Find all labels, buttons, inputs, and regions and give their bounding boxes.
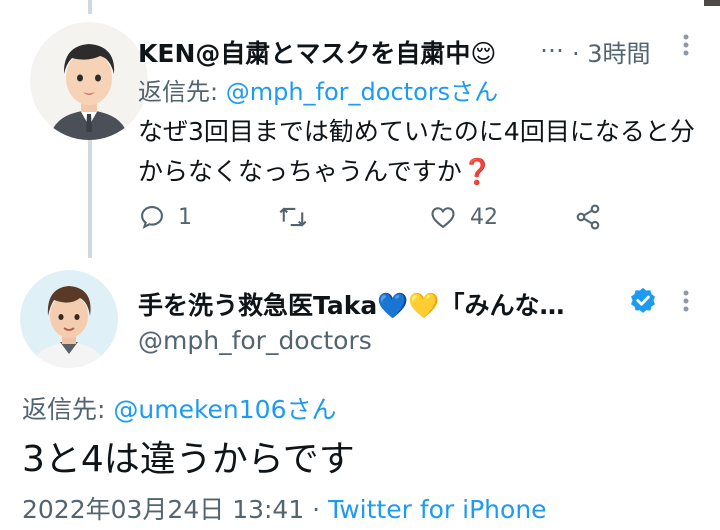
window-edge (704, 0, 720, 6)
tweet2-meta: 2022年03月24日 13:41 · Twitter for iPhone (22, 490, 547, 526)
heart-icon (431, 207, 455, 229)
verified-icon (631, 287, 655, 313)
like-button[interactable]: 42 (428, 200, 498, 234)
tweet1-name-ellipsis: … (540, 30, 564, 58)
tweet1-text: なぜ3回目までは勧めていたのに4回目になると分からなくなっちゃうんですか❓ (138, 112, 713, 192)
reply-to-link[interactable]: @umeken106さん (113, 395, 336, 424)
reply-count: 1 (178, 204, 192, 230)
reply-button[interactable]: 1 (138, 200, 192, 234)
reply-label: 返信先: (22, 395, 114, 424)
avatar-ken[interactable] (30, 22, 148, 140)
retweet-icon (279, 207, 307, 227)
avatar-taka-illustration (20, 270, 118, 368)
tweet1-more-icon[interactable] (676, 28, 696, 68)
tweet1-text-content: なぜ3回目までは勧めていたのに4回目になると分からなくなっちゃうんですか (138, 117, 695, 186)
thread-connector (88, 140, 92, 258)
vertical-dots-icon (683, 290, 689, 312)
verified-badge-icon (628, 286, 658, 320)
like-count: 42 (470, 204, 498, 230)
tweet2-more-icon[interactable] (676, 284, 696, 324)
avatar-ken-illustration (30, 22, 148, 140)
tweet2-text: 3と4は違うからです (22, 439, 355, 480)
tweet2-client[interactable]: Twitter for iPhone (328, 495, 546, 524)
tweet2-handle[interactable]: @mph_for_doctors (138, 326, 372, 355)
retweet-button[interactable] (278, 200, 320, 234)
vertical-dots-icon (683, 34, 689, 56)
tweet2-timestamp[interactable]: 2022年03月24日 13:41 · (22, 495, 328, 524)
tweet1-time[interactable]: · 3時間 (572, 34, 651, 69)
tweet2-display-name[interactable]: 手を洗う救急医Taka💙💛「みんな… (138, 286, 564, 322)
reply-icon (141, 206, 163, 230)
reply-label: 返信先: (138, 78, 226, 106)
tweet2-reply-context: 返信先: @umeken106さん (22, 390, 336, 426)
reply-to-link[interactable]: @mph_for_doctorsさん (226, 78, 498, 106)
tweet1-reply-context: 返信先: @mph_for_doctorsさん (138, 72, 498, 107)
tweet1-display-name[interactable]: KEN@自粛とマスクを自粛中😌 (138, 34, 496, 70)
share-icon (576, 204, 600, 230)
thread-connector-top (88, 0, 92, 14)
share-button[interactable] (574, 200, 602, 234)
question-mark-emoji: ❓ (461, 157, 493, 186)
avatar-taka[interactable] (20, 270, 118, 368)
